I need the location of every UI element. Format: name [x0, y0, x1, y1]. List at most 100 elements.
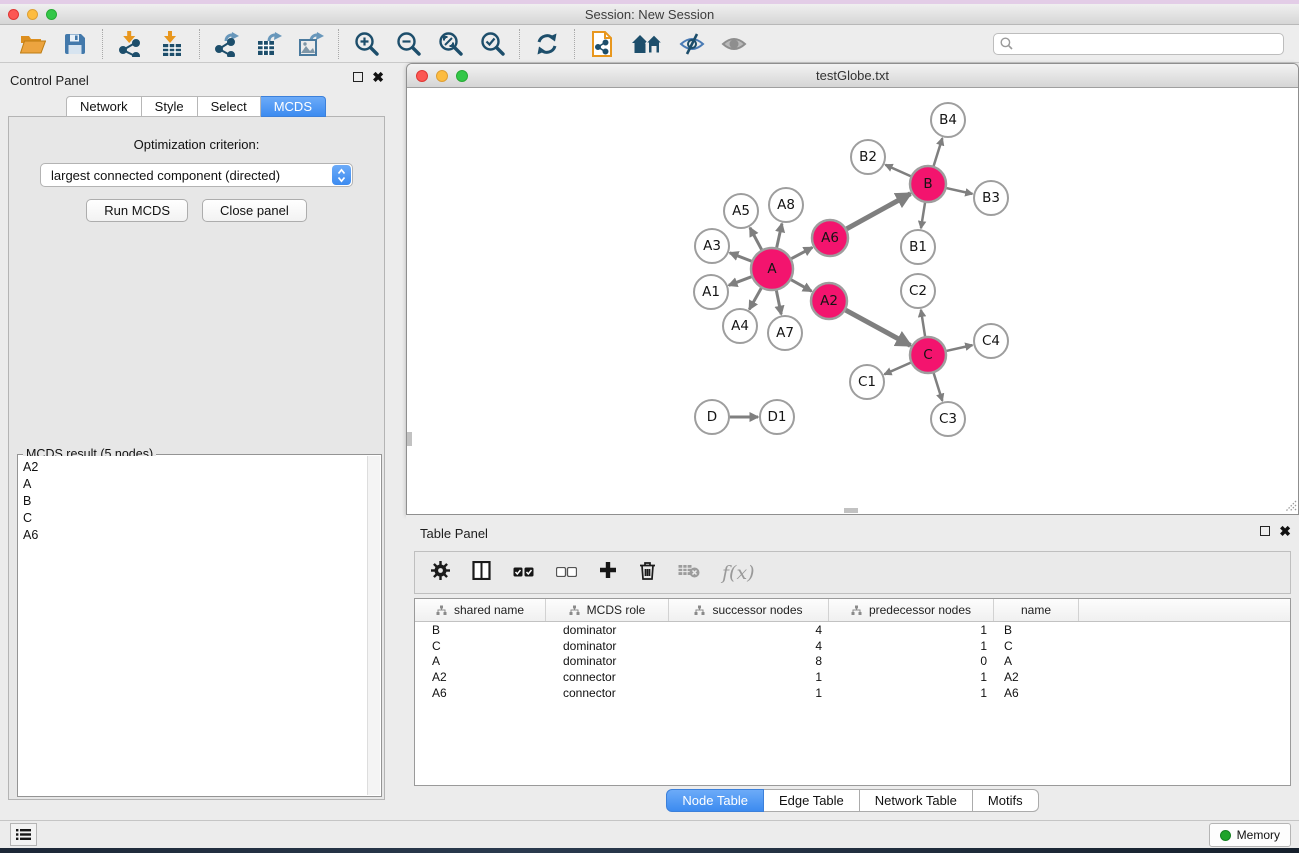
delete-table-icon — [678, 563, 700, 578]
zoom-selected-button[interactable] — [478, 29, 506, 59]
zoom-fit-button[interactable] — [436, 29, 464, 59]
control-panel-tabs: Network Style Select MCDS — [0, 96, 392, 117]
checked-boxes-icon — [513, 567, 534, 577]
column-header-shared-name[interactable]: shared name — [415, 599, 546, 621]
vertical-scrollbar-thumb[interactable] — [407, 432, 412, 446]
result-item[interactable]: A6 — [19, 526, 367, 543]
column-header-successor-nodes[interactable]: successor nodes — [669, 599, 829, 621]
graph-edge-A-A2[interactable] — [789, 279, 811, 291]
graph-edge-C-C4[interactable] — [945, 345, 973, 351]
network-canvas[interactable]: B4B2BB3A8A5A6A3B1AA1C2A2A4A7C4CC1C3DD1 — [407, 88, 1298, 513]
export-image-button[interactable] — [297, 29, 325, 59]
two-houses-icon — [631, 33, 663, 55]
memory-button[interactable]: Memory — [1209, 823, 1291, 847]
column-label: predecessor nodes — [869, 603, 971, 617]
tab-select[interactable]: Select — [198, 96, 261, 117]
tab-mcds[interactable]: MCDS — [261, 96, 326, 117]
zoom-in-button[interactable] — [352, 29, 380, 59]
open-network-file-button[interactable] — [588, 29, 616, 59]
table-settings-button[interactable] — [431, 561, 450, 585]
close-window-button[interactable] — [8, 9, 19, 20]
close-panel-icon[interactable]: ✖ — [1279, 526, 1291, 536]
graph-node-label: C4 — [982, 333, 1000, 349]
run-mcds-button[interactable]: Run MCDS — [86, 199, 188, 222]
table-row[interactable]: Cdominator41C — [415, 638, 1290, 654]
result-item[interactable]: A2 — [19, 459, 367, 476]
float-panel-icon[interactable] — [353, 72, 363, 82]
graph-edge-A-A5[interactable] — [750, 228, 763, 252]
function-builder-button[interactable]: f(x) — [722, 562, 755, 584]
delete-table-button[interactable] — [678, 563, 700, 583]
close-panel-button[interactable]: Close panel — [202, 199, 307, 222]
unselect-all-columns-button[interactable] — [556, 564, 577, 582]
horizontal-scrollbar-thumb[interactable] — [844, 508, 858, 513]
minimize-window-button[interactable] — [27, 9, 38, 20]
show-all-networks-button[interactable] — [630, 29, 664, 59]
control-panel-header: Control Panel ✖ — [0, 67, 392, 93]
zoom-out-button[interactable] — [394, 29, 422, 59]
tab-style[interactable]: Style — [142, 96, 198, 117]
graph-edge-A-A3[interactable] — [730, 253, 754, 262]
graph-edge-B-B4[interactable] — [933, 138, 942, 168]
save-session-button[interactable] — [61, 29, 89, 59]
import-network-button[interactable] — [116, 29, 144, 59]
close-panel-icon[interactable]: ✖ — [372, 72, 384, 82]
column-header-predecessor-nodes[interactable]: predecessor nodes — [829, 599, 994, 621]
graph-edge-A-A8[interactable] — [776, 224, 782, 250]
quick-search-input[interactable] — [1018, 37, 1277, 51]
tab-network[interactable]: Network — [66, 96, 142, 117]
graph-edge-A6-B[interactable] — [845, 194, 911, 230]
export-network-button[interactable] — [213, 29, 241, 59]
show-column-panel-button[interactable] — [472, 561, 491, 585]
hide-selected-button[interactable] — [678, 29, 706, 59]
table-row[interactable]: A2connector11A2 — [415, 669, 1290, 685]
table-panel: Table Panel ✖ — [406, 515, 1299, 818]
task-history-button[interactable] — [10, 823, 37, 846]
open-session-button[interactable] — [19, 29, 47, 59]
graph-edge-B-B1[interactable] — [921, 201, 925, 228]
refresh-button[interactable] — [533, 29, 561, 59]
tab-network-table[interactable]: Network Table — [860, 789, 973, 812]
result-item[interactable]: A — [19, 476, 367, 493]
graph-edge-A-A1[interactable] — [729, 276, 754, 285]
delete-columns-button[interactable] — [639, 561, 656, 585]
zoom-window-button[interactable] — [46, 9, 57, 20]
graph-edge-A2-C[interactable] — [844, 309, 911, 345]
network-view-window: testGlobe.txt B4B2BB3A8A5A6A3B1AA1C2A2A4… — [406, 63, 1299, 515]
float-panel-icon[interactable] — [1260, 526, 1270, 536]
network-zoom-button[interactable] — [456, 70, 468, 82]
graph-edge-A-A7[interactable] — [776, 289, 781, 315]
column-header-name[interactable]: name — [994, 599, 1079, 621]
graph-edge-C-C2[interactable] — [921, 310, 925, 338]
graph-edge-A-A6[interactable] — [790, 247, 813, 259]
quick-search-box[interactable] — [993, 33, 1284, 55]
graph-edge-B-B3[interactable] — [945, 188, 973, 194]
column-header-mcds-role[interactable]: MCDS role — [546, 599, 669, 621]
result-item[interactable]: B — [19, 493, 367, 510]
result-item[interactable]: C — [19, 509, 367, 526]
show-selected-button[interactable] — [720, 29, 748, 59]
result-scrollbar[interactable] — [367, 456, 380, 795]
select-all-columns-button[interactable] — [513, 564, 534, 582]
graph-edge-A-A4[interactable] — [749, 286, 762, 309]
graph-edge-B-B2[interactable] — [885, 165, 912, 177]
optimization-criterion-select[interactable]: largest connected component (directed) — [40, 163, 353, 187]
export-table-button[interactable] — [255, 29, 283, 59]
network-minimize-button[interactable] — [436, 70, 448, 82]
graph-edge-C-C3[interactable] — [933, 371, 942, 401]
create-column-button[interactable] — [599, 561, 617, 584]
eye-icon — [721, 33, 747, 55]
tab-edge-table[interactable]: Edge Table — [764, 789, 860, 812]
table-row[interactable]: A6connector11A6 — [415, 685, 1290, 701]
tab-motifs[interactable]: Motifs — [973, 789, 1039, 812]
graph-edge-C-C1[interactable] — [884, 362, 912, 374]
tab-node-table[interactable]: Node Table — [666, 789, 764, 812]
import-table-button[interactable] — [158, 29, 186, 59]
network-window-titlebar[interactable]: testGlobe.txt — [407, 64, 1298, 88]
table-row[interactable]: Adominator80A — [415, 654, 1290, 670]
control-panel: Control Panel ✖ Network Style Select MCD… — [0, 63, 392, 807]
network-close-button[interactable] — [416, 70, 428, 82]
table-row[interactable]: Bdominator41B — [415, 622, 1290, 638]
resize-grip-icon[interactable] — [1283, 498, 1297, 512]
table-cell: dominator — [546, 654, 669, 668]
